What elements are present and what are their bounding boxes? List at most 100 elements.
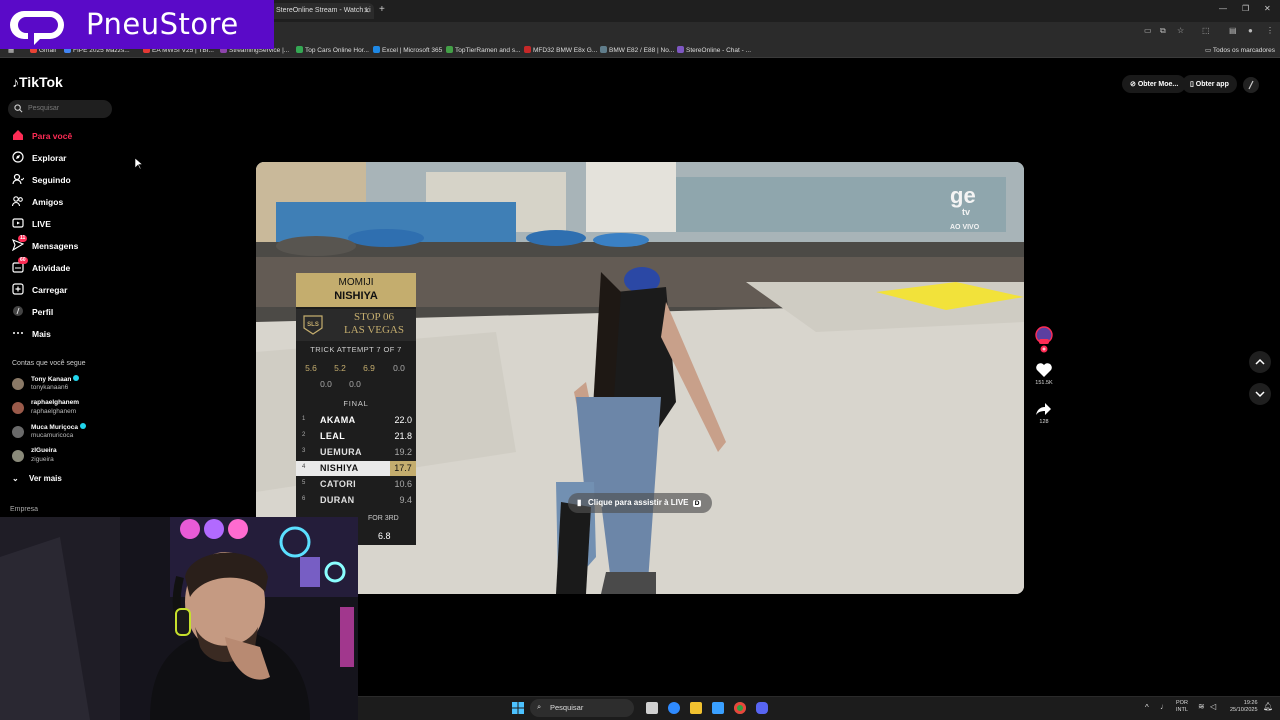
taskbar-search[interactable]: ⌕ Pesquisar [530, 699, 634, 717]
maximize-icon[interactable]: ❐ [1242, 4, 1249, 13]
minimize-icon[interactable]: — [1219, 4, 1227, 13]
system-clock[interactable]: 19:26 25/10/2025 [1230, 700, 1258, 714]
nav-friends[interactable]: Amigos [12, 195, 132, 211]
bookmark-4[interactable]: Top Cars Online Hor... [296, 46, 369, 54]
verified-icon [79, 423, 86, 429]
extensions-icon[interactable]: ⬚ [1202, 26, 1210, 35]
nav-for-you[interactable]: Para você [12, 129, 132, 145]
leaderboard-row: 6 DURAN 9.4 [302, 495, 412, 505]
leaderboard-row: 1 AKAMA 22.0 [302, 415, 412, 425]
sidebar-icon[interactable]: ▤ [1229, 26, 1237, 35]
leaderboard-row: 2 LEAL 21.8 [302, 431, 412, 441]
signal-bars-icon: ▮ [577, 498, 582, 507]
bookmark-8[interactable]: BMW E82 / E88 | No... [600, 46, 674, 54]
close-window-icon[interactable]: ✕ [1264, 4, 1271, 13]
nav-live[interactable]: LIVE [12, 217, 132, 233]
scoreboard: MOMIJI NISHIYA SLS STOP 06 LAS VEGAS TRIC… [296, 273, 416, 545]
bookmark-favicon [677, 46, 684, 53]
following-icon [12, 173, 24, 185]
bookmark-9[interactable]: StereOnline - Chat - ... [677, 46, 751, 54]
compass-icon [12, 151, 24, 163]
show-hidden-icons[interactable]: ^ [1145, 703, 1149, 712]
followed-account[interactable]: zIGueira zigueira [12, 447, 162, 469]
bookmark-6[interactable]: TopTierRamen and s... [446, 46, 521, 54]
new-tab-icon[interactable]: + [379, 4, 385, 15]
volume-icon[interactable]: ◁ [1210, 702, 1216, 711]
next-video-button[interactable] [1249, 383, 1271, 405]
close-tab-icon[interactable]: ✕ [363, 6, 370, 15]
see-more-button[interactable]: ⌄ Ver mais [12, 474, 62, 483]
file-explorer-icon[interactable] [690, 702, 702, 714]
previous-video-button[interactable] [1249, 351, 1271, 373]
nav-upload[interactable]: Carregar [12, 283, 132, 299]
nav-messages[interactable]: 11 Mensagens [12, 235, 132, 255]
cast-icon[interactable]: ▭ [1144, 26, 1152, 35]
creator-avatar[interactable] [1035, 326, 1053, 356]
bookmark-5[interactable]: Excel | Microsoft 365 [373, 46, 442, 54]
notifications-icon[interactable]: 🔔︎ [1263, 702, 1273, 711]
event-city: LAS VEGAS [343, 324, 404, 336]
windows-start-icon[interactable] [512, 702, 524, 714]
trick-attempt-label: TRICK ATTEMPT 7 OF 7 [310, 345, 402, 354]
logo-text: PneuStore [86, 7, 239, 41]
more-icon [13, 332, 23, 334]
trick-score: 5.2 [334, 363, 346, 373]
nav-more[interactable]: Mais [12, 327, 132, 343]
discord-icon[interactable] [756, 702, 768, 714]
verified-icon [73, 375, 80, 381]
search-input[interactable]: Pesquisar [8, 100, 112, 118]
mouse-cursor-icon [135, 158, 143, 170]
wifi-icon[interactable]: ≋ [1198, 702, 1205, 711]
nav-profile[interactable]: Perfil [12, 305, 132, 321]
profile-avatar-icon[interactable]: ● [1248, 26, 1253, 35]
home-icon [13, 130, 23, 140]
followed-account[interactable]: Tony Kanaan tonykanaan6 [12, 375, 162, 397]
watch-live-button[interactable]: ▮ Clique para assistir à LIVE D [568, 493, 712, 513]
followed-account[interactable]: raphaelghanem raphaelghanem [12, 399, 162, 421]
microphone-icon[interactable]: ♩ [1160, 702, 1168, 711]
tiktok-logo[interactable]: ♪TikTok [12, 74, 63, 90]
needed-for-place-label: FOR 3RD [368, 515, 399, 522]
skater-first-name: MOMIJI [338, 277, 374, 288]
share-button[interactable]: 128 [1035, 401, 1053, 425]
share-count: 128 [1039, 419, 1049, 425]
heart-icon [1036, 363, 1052, 377]
copilot-icon[interactable] [668, 702, 680, 714]
bookmark-7[interactable]: MFD32 BMW E8x G... [524, 46, 597, 54]
leaderboard-row-current: 4 NISHIYA 17.7 [296, 461, 416, 476]
nav-following[interactable]: Seguindo [12, 173, 132, 189]
webcam-image [0, 517, 358, 720]
task-view-icon[interactable] [646, 702, 658, 714]
store-icon[interactable] [712, 702, 724, 714]
get-app-button[interactable]: ▯ Obter app [1182, 75, 1237, 93]
skater-name-plate: MOMIJI NISHIYA [296, 273, 416, 307]
bookmark-favicon [296, 46, 303, 53]
live-avatar-icon [1035, 326, 1053, 353]
search-icon [14, 104, 23, 113]
browser-tab-active[interactable]: StereOnline Stream - Watch Li ✕ [270, 3, 374, 19]
search-icon: ⌕ [537, 702, 542, 711]
get-coins-button[interactable]: ⊘ Obter Moe... [1122, 75, 1187, 93]
translate-icon[interactable]: ⧉ [1160, 26, 1166, 36]
menu-dots-icon[interactable]: ⋮ [1266, 26, 1274, 35]
company-link[interactable]: Empresa [10, 506, 38, 513]
like-button[interactable]: 151.5K [1035, 362, 1053, 386]
following-accounts-title: Contas que você segue [12, 360, 86, 367]
all-bookmarks[interactable]: ▭ Todos os marcadores [1205, 46, 1275, 54]
pneustore-logo-icon [10, 11, 64, 45]
avatar [12, 426, 24, 438]
trick-score: 0.0 [320, 379, 332, 389]
avatar [12, 378, 24, 390]
trick-score: 6.9 [363, 363, 375, 373]
star-icon[interactable]: ☆ [1177, 26, 1184, 35]
sponsor-logo: PneuStore [0, 0, 274, 49]
nav-activity[interactable]: 60 Atividade [12, 257, 132, 277]
ge-tv-logo: ge [950, 183, 976, 208]
profile-avatar[interactable] [1243, 77, 1259, 93]
nav-explore[interactable]: Explorar [12, 151, 132, 167]
followed-account[interactable]: Muca Muriçoca mucamuricoca [12, 423, 162, 445]
streamer-webcam [0, 517, 358, 720]
chrome-icon[interactable] [734, 702, 746, 714]
chevron-down-icon [1255, 391, 1265, 398]
language-indicator[interactable]: POR INTL [1176, 700, 1188, 714]
